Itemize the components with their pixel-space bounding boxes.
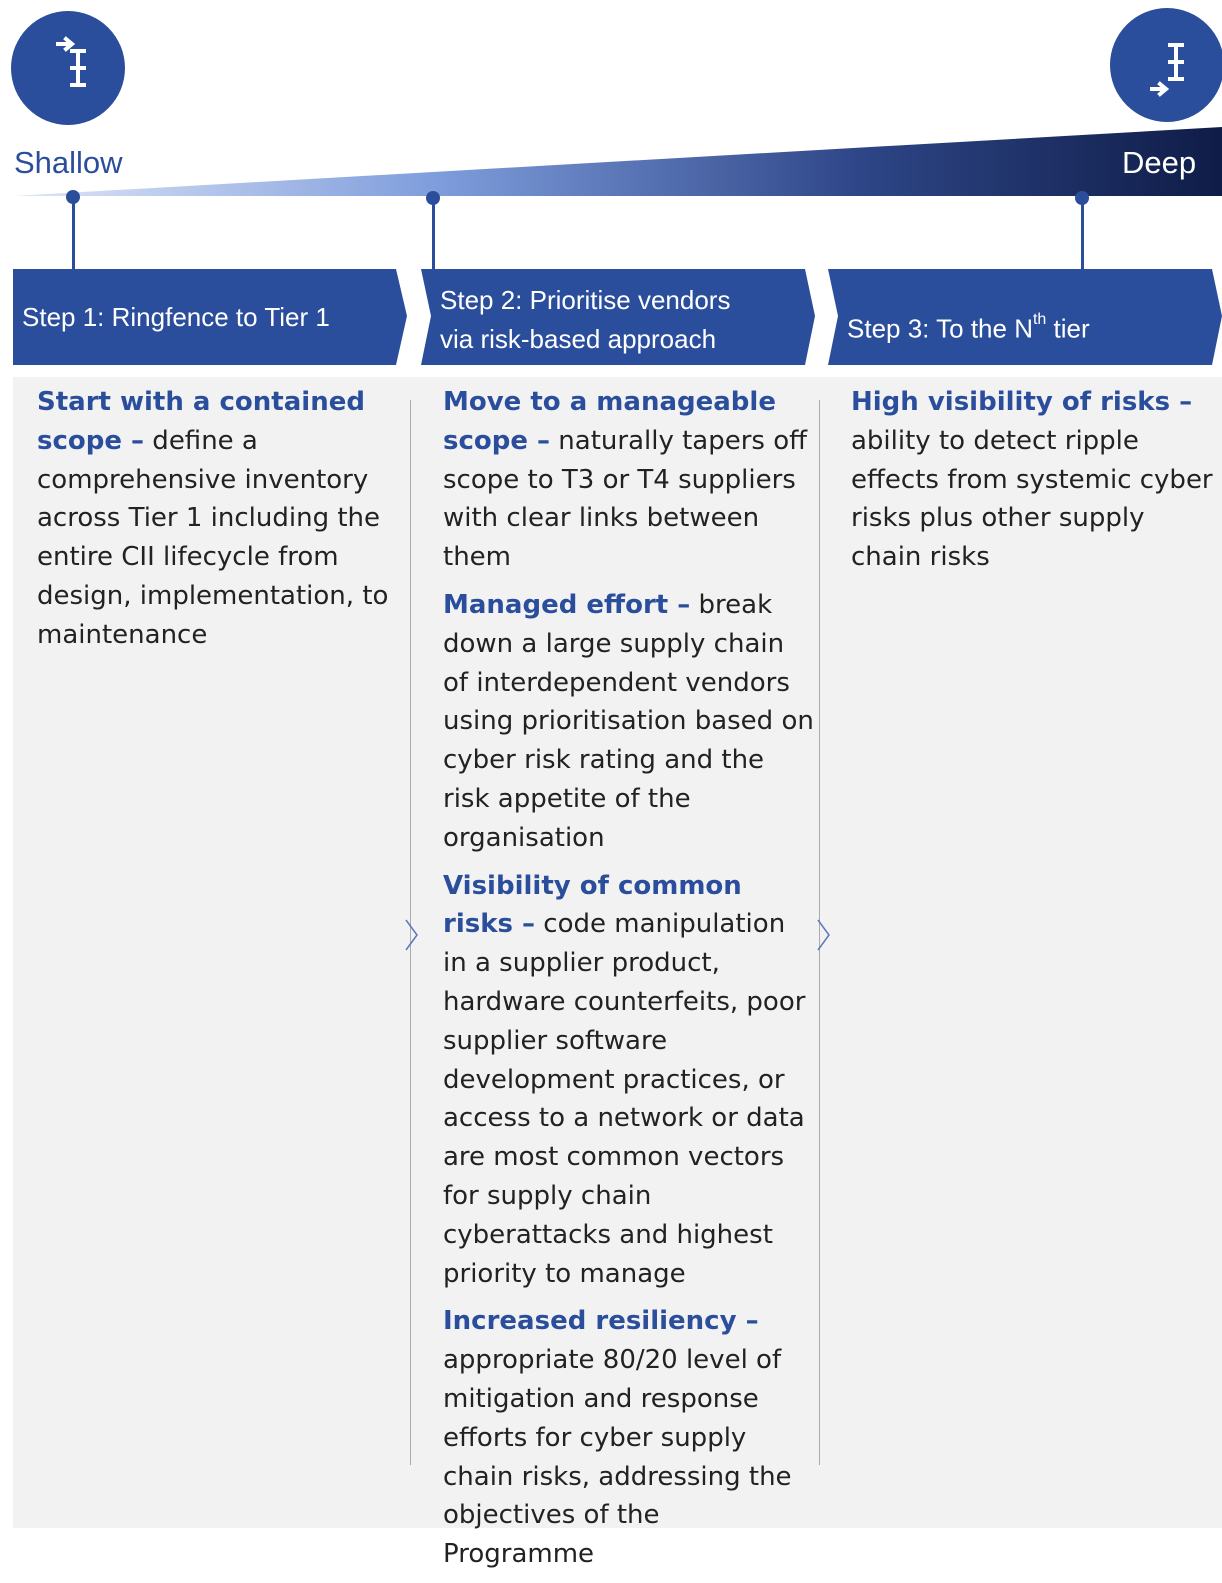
item-text: define a comprehensive inventory across … [37,425,389,650]
step-3-label-suffix: tier [1046,313,1090,344]
column-step-1: Start with a contained scope – define a … [37,383,392,664]
step-3-label-prefix: Step 3: To the N [847,313,1033,344]
step-1-label: Step 1: Ringfence to Tier 1 [22,302,330,332]
list-item: Managed effort – break down a large supp… [443,586,815,858]
list-item: Move to a manageable scope – naturally t… [443,383,815,577]
column-step-3: High visibility of risks – ability to de… [851,383,1217,586]
list-item: Increased resiliency – appropriate 80/20… [443,1302,815,1574]
column-step-2: Move to a manageable scope – naturally t… [443,383,815,1583]
list-item: High visibility of risks – ability to de… [851,383,1217,577]
step-2-label: Step 2: Prioritise vendors via risk-base… [440,281,730,359]
item-title: Managed effort – [443,589,691,620]
item-text: break down a large supply chain of inter… [443,589,814,853]
chevron-right-icon [817,919,830,951]
step-3-label-superscript: th [1032,311,1047,328]
item-title: High visibility of risks – [851,387,1193,417]
step-3-label: Step 3: To the Nth tier [847,304,1090,349]
item-text: appropriate 80/20 level of mitigation an… [443,1345,792,1570]
chevron-right-icon [405,919,418,951]
list-item: Start with a contained scope – define a … [37,383,392,655]
item-text: ability to detect ripple effects from sy… [851,425,1213,573]
list-item: Visibility of common risks – code manipu… [443,867,815,1294]
step-2-label-line-1: Step 2: Prioritise vendors [440,285,731,315]
item-title: Increased resiliency – [443,1306,759,1337]
item-text: code manipulation in a supplier product,… [443,909,806,1289]
step-2-label-line-2: via risk-based approach [440,324,717,354]
